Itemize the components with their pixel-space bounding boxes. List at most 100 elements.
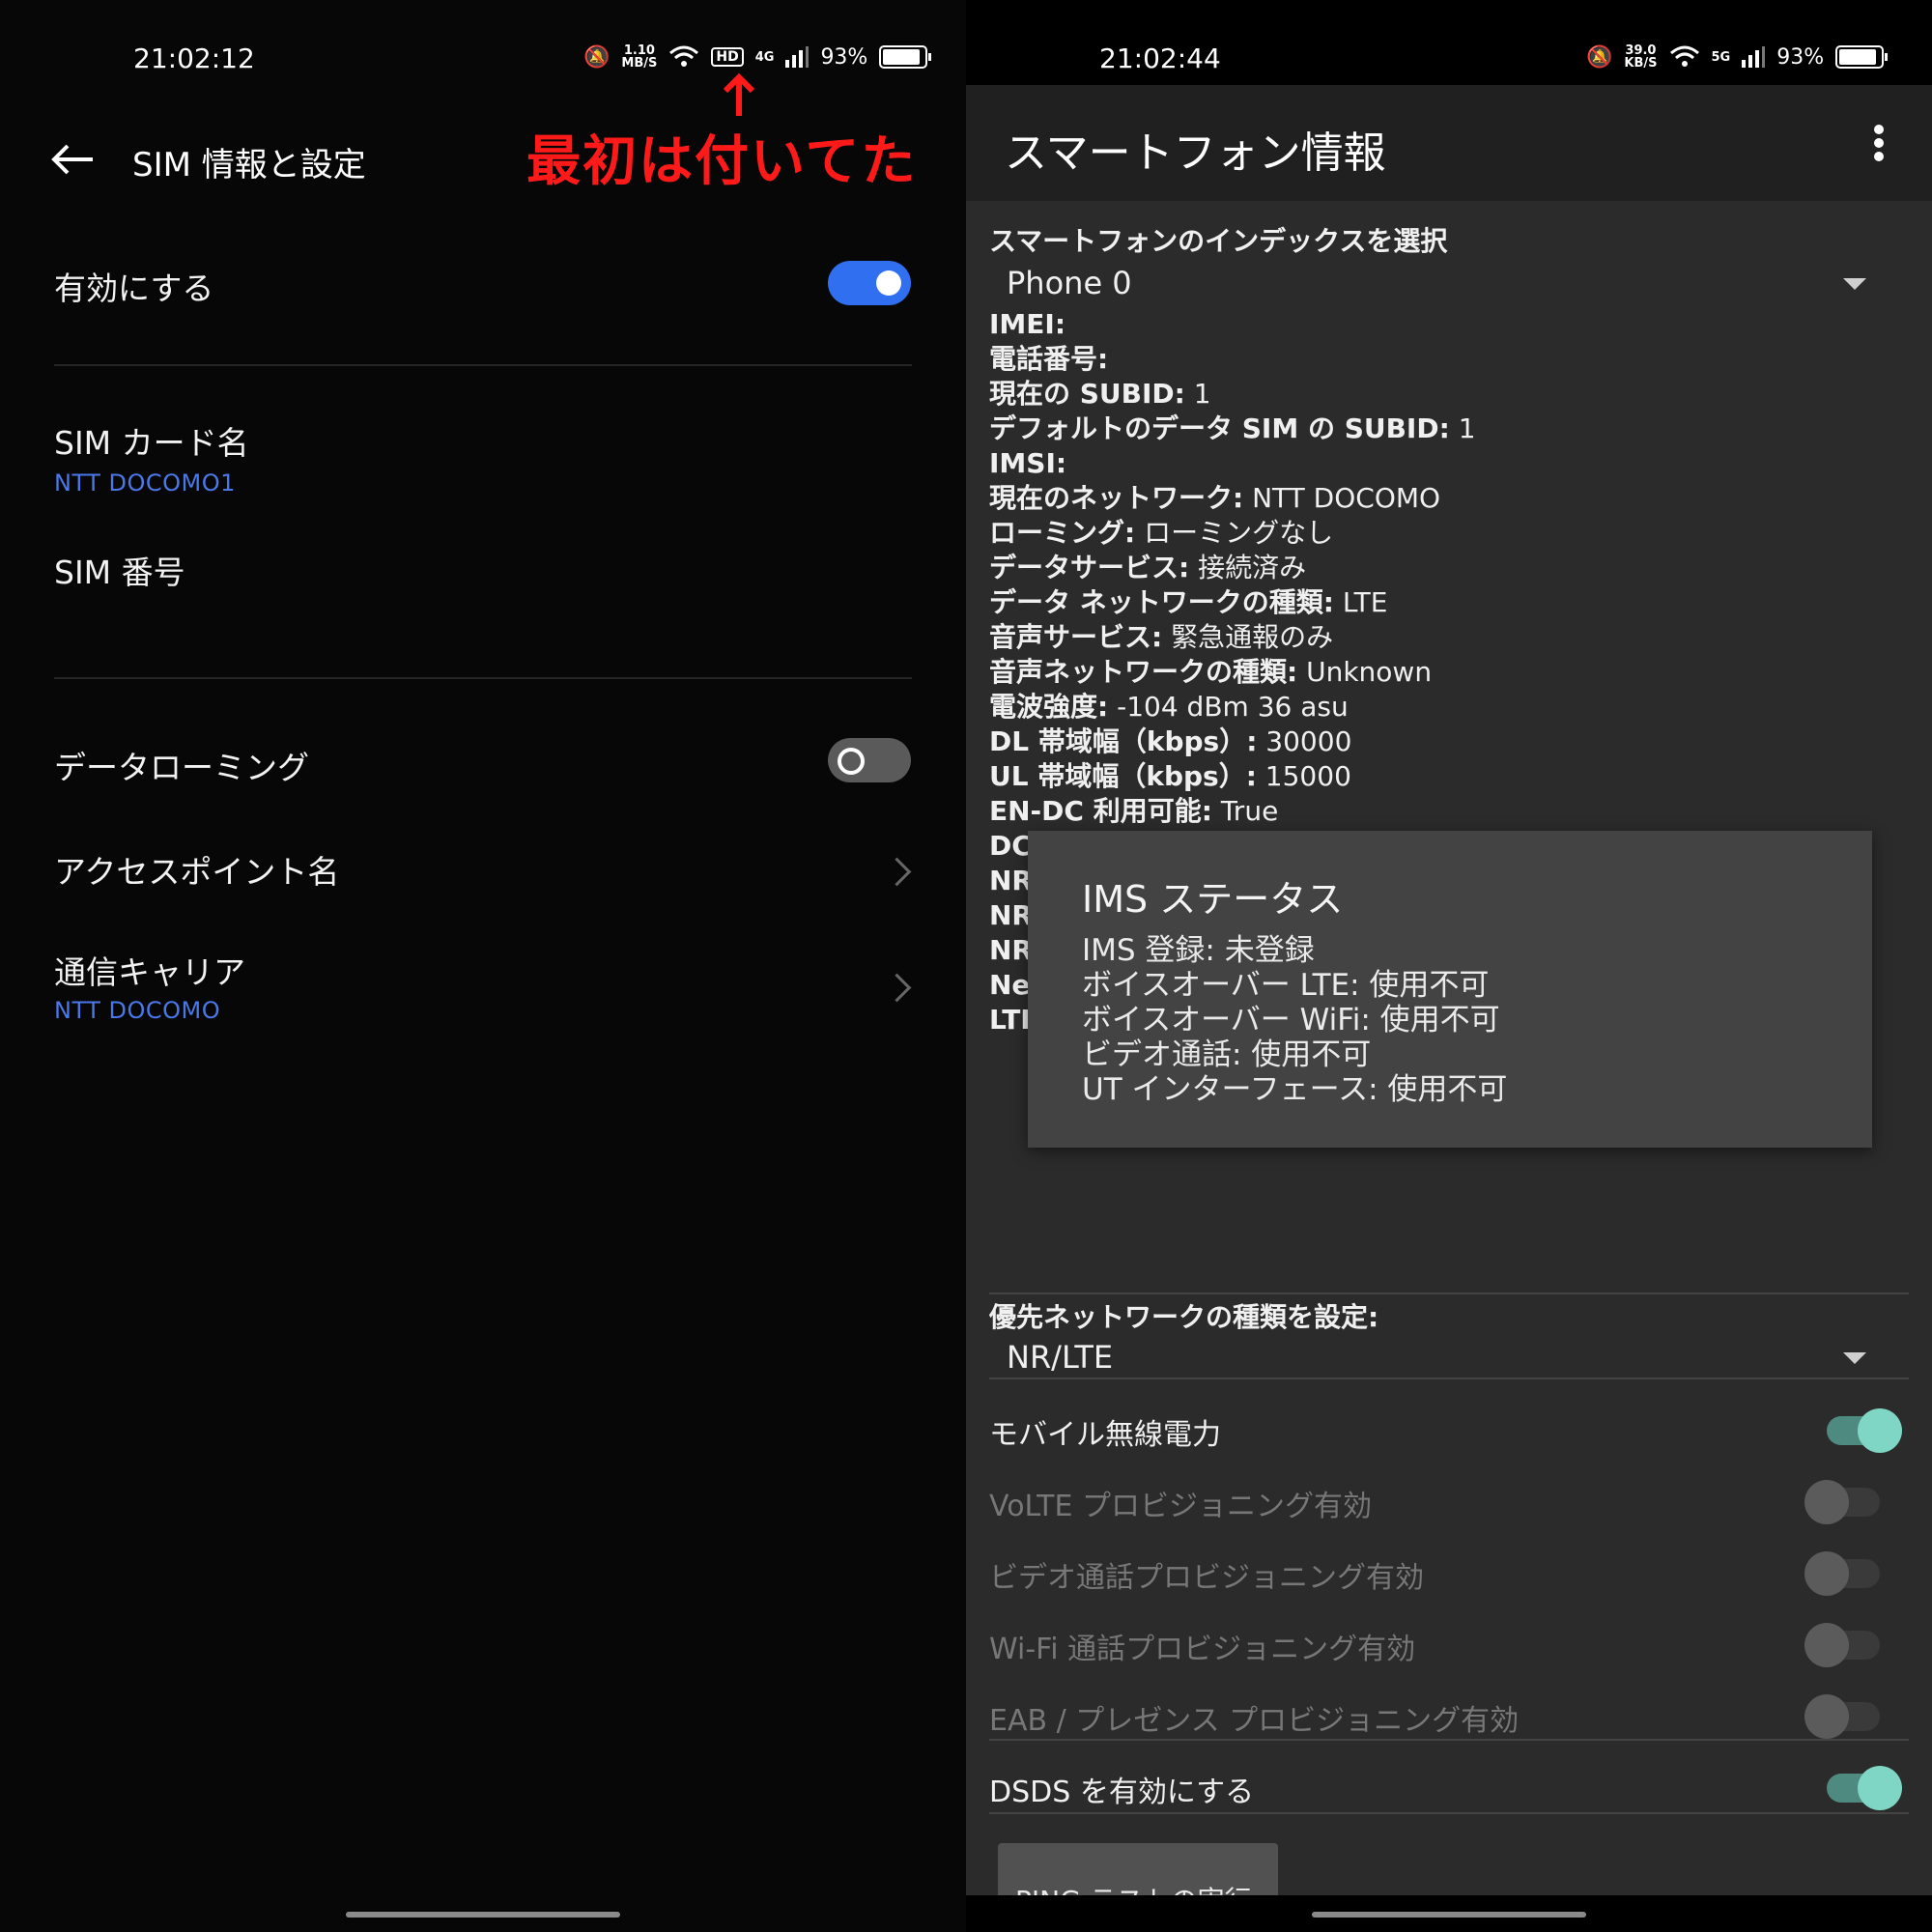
info-value: True xyxy=(1211,795,1279,827)
info-key: DC xyxy=(989,830,1032,862)
status-icons: 🔕 39.0 KB/S 5G 93% xyxy=(1586,44,1889,70)
info-row: 音声ネットワークの種類: Unknown xyxy=(989,655,1476,690)
dropdown-arrow-icon xyxy=(1843,278,1866,290)
info-row: IMEI: xyxy=(989,307,1476,342)
info-key: 電波強度: xyxy=(989,691,1109,723)
toggle-row-mobile-radio[interactable]: モバイル無線電力 xyxy=(989,1403,1909,1457)
video-call-switch[interactable] xyxy=(1804,1551,1880,1596)
info-key: IMEI: xyxy=(989,308,1066,340)
dialog-line: ビデオ通話: 使用不可 xyxy=(1082,1037,1372,1072)
toggle-label: モバイル無線電力 xyxy=(989,1418,1221,1452)
apn-row[interactable]: アクセスポイント名 xyxy=(54,846,914,910)
data-roaming-toggle[interactable] xyxy=(828,738,911,782)
mobile-radio-switch[interactable] xyxy=(1827,1408,1902,1453)
info-key: NR xyxy=(989,865,1033,896)
info-key: NR xyxy=(989,934,1033,966)
dialog-line: IMS 登録: 未登録 xyxy=(1082,933,1315,968)
dropdown-arrow-icon xyxy=(1843,1352,1866,1364)
info-key: データサービス: xyxy=(989,552,1190,583)
info-row: IMSI: xyxy=(989,446,1476,481)
carrier-row[interactable]: 通信キャリア NTT DOCOMO xyxy=(54,947,914,1024)
info-value: ローミングなし xyxy=(1135,517,1334,549)
dsds-row[interactable]: DSDS を有効にする xyxy=(989,1760,1909,1814)
network-speed: 39.0 KB/S xyxy=(1624,44,1657,70)
eab-presence-switch[interactable] xyxy=(1804,1694,1880,1739)
preferred-network-dropdown[interactable]: NR/LTE xyxy=(989,1333,1878,1381)
status-icons: 🔕 1.10 MB/S HD 4G 93% xyxy=(583,44,932,71)
dialog-line: ボイスオーバー WiFi: 使用不可 xyxy=(1082,1003,1500,1037)
preferred-network-value: NR/LTE xyxy=(1007,1339,1114,1376)
enable-row[interactable]: 有効にする xyxy=(54,253,914,317)
annotation-text: 最初は付いてた xyxy=(526,130,918,193)
divider xyxy=(989,1293,1909,1294)
battery-icon xyxy=(1835,45,1889,69)
enable-label: 有効にする xyxy=(54,270,214,307)
status-time: 21:02:44 xyxy=(1099,43,1221,74)
dsds-switch[interactable] xyxy=(1827,1766,1902,1810)
info-key: EN-DC 利用可能: xyxy=(989,795,1212,827)
speed-unit: MB/S xyxy=(621,56,658,71)
info-row: UL 帯域幅（kbps）: 15000 xyxy=(989,759,1476,794)
hd-voice-icon: HD xyxy=(711,47,744,67)
info-key: 音声サービス: xyxy=(989,621,1163,653)
ims-status-dialog[interactable]: IMS ステータス IMS 登録: 未登録 ボイスオーバー LTE: 使用不可 … xyxy=(1028,831,1872,1148)
toggle-row-eab[interactable]: EAB / プレゼンス プロビジョニング有効 xyxy=(989,1689,1909,1743)
info-row: デフォルトのデータ SIM の SUBID: 1 xyxy=(989,412,1476,446)
enable-toggle[interactable] xyxy=(828,261,911,305)
carrier-label: 通信キャリア xyxy=(54,953,245,991)
info-row: DL 帯域幅（kbps）: 30000 xyxy=(989,724,1476,759)
dialog-line: UT インターフェース: 使用不可 xyxy=(1082,1072,1508,1107)
wifi-icon xyxy=(1669,45,1699,67)
mute-notification-icon: 🔕 xyxy=(583,44,611,70)
home-indicator[interactable] xyxy=(1312,1912,1586,1918)
info-value: 接続済み xyxy=(1189,552,1307,583)
sim-card-name-value: NTT DOCOMO1 xyxy=(54,469,236,497)
info-value: 15000 xyxy=(1256,760,1351,792)
toggle-row-wifi-calling[interactable]: Wi-Fi 通話プロビジョニング有効 xyxy=(989,1617,1909,1671)
phone-index-value: Phone 0 xyxy=(1007,265,1132,301)
data-roaming-row[interactable]: データローミング xyxy=(54,734,914,798)
info-key: データ ネットワークの種類: xyxy=(989,586,1334,618)
toggle-label: ビデオ通話プロビジョニング有効 xyxy=(989,1561,1424,1595)
info-value: 30000 xyxy=(1257,725,1352,757)
home-indicator[interactable] xyxy=(346,1912,620,1918)
right-screenshot-phone-info: 21:02:44 🔕 39.0 KB/S 5G 93% スマートフォン情報 スマ… xyxy=(966,0,1932,1932)
divider xyxy=(989,1378,1909,1379)
page-title: SIM 情報と設定 xyxy=(132,146,366,185)
info-key: DL 帯域幅（kbps）: xyxy=(989,725,1258,757)
info-value: -104 dBm 36 asu xyxy=(1108,691,1349,723)
info-key: 電話番号: xyxy=(989,343,1109,375)
app-bar-title: スマートフォン情報 xyxy=(1005,128,1386,178)
sim-card-name-row[interactable]: SIM カード名 NTT DOCOMO1 xyxy=(54,417,914,497)
info-row: 音声サービス: 緊急通報のみ xyxy=(989,620,1476,655)
volte-switch[interactable] xyxy=(1804,1480,1880,1524)
back-arrow-icon[interactable] xyxy=(50,143,95,176)
divider xyxy=(54,677,912,679)
info-row: EN-DC 利用可能: True xyxy=(989,794,1476,829)
info-row: ローミング: ローミングなし xyxy=(989,516,1476,551)
divider xyxy=(54,364,912,366)
network-type: 5G xyxy=(1711,49,1731,65)
info-value: 1 xyxy=(1184,378,1211,410)
toggle-row-video[interactable]: ビデオ通話プロビジョニング有効 xyxy=(989,1546,1909,1600)
toggle-label: Wi-Fi 通話プロビジョニング有効 xyxy=(989,1633,1416,1666)
preferred-network-label: 優先ネットワークの種類を設定: xyxy=(989,1301,1379,1333)
more-options-icon[interactable] xyxy=(1873,124,1885,162)
info-value: LTE xyxy=(1333,586,1388,618)
info-key: UL 帯域幅（kbps）: xyxy=(989,760,1257,792)
wifi-calling-switch[interactable] xyxy=(1804,1623,1880,1667)
annotation-arrow-icon xyxy=(723,73,755,116)
toggle-row-volte[interactable]: VoLTE プロビジョニング有効 xyxy=(989,1474,1909,1528)
battery-percent: 93% xyxy=(1776,44,1825,70)
info-key: ローミング: xyxy=(989,517,1136,549)
info-row: データ ネットワークの種類: LTE xyxy=(989,585,1476,620)
data-roaming-label: データローミング xyxy=(54,749,309,786)
phone-index-dropdown[interactable]: Phone 0 xyxy=(989,259,1878,307)
network-type: 4G xyxy=(754,49,775,65)
info-key: 現在の SUBID: xyxy=(989,378,1185,410)
dialog-title: IMS ステータス xyxy=(1082,878,1344,921)
speed-unit: KB/S xyxy=(1624,56,1658,71)
chevron-right-icon xyxy=(882,857,912,887)
chevron-right-icon xyxy=(882,973,912,1003)
info-value: NTT DOCOMO xyxy=(1243,482,1441,514)
